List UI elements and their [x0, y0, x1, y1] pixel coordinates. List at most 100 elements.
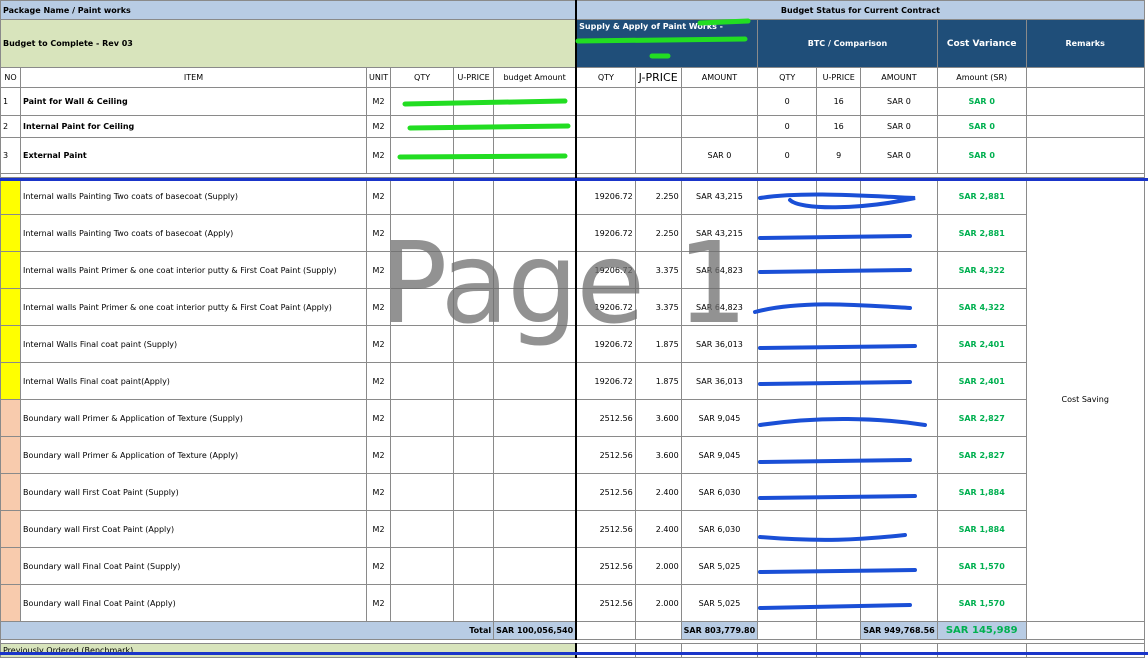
detail-amount-3[interactable] — [860, 547, 938, 585]
detail-budget-amount[interactable] — [493, 547, 577, 585]
detail-variance[interactable]: SAR 2,881 — [936, 214, 1027, 252]
detail-uprice-3[interactable] — [816, 510, 862, 548]
summary-no[interactable]: 1 — [0, 87, 21, 116]
detail-amount-2[interactable]: SAR 9,045 — [680, 436, 759, 474]
row-marker[interactable] — [0, 362, 21, 400]
summary-qty[interactable] — [390, 115, 455, 138]
detail-unit[interactable]: M2 — [365, 436, 392, 474]
col-qty-2[interactable]: QTY — [575, 67, 636, 88]
detail-qty[interactable] — [390, 436, 455, 474]
detail-variance[interactable]: SAR 2,827 — [936, 399, 1027, 437]
row-marker[interactable] — [0, 584, 21, 622]
detail-qty[interactable] — [390, 399, 455, 437]
summary-no[interactable]: 2 — [0, 115, 21, 138]
detail-uprice-3[interactable] — [816, 547, 862, 585]
detail-item[interactable]: Internal walls Painting Two coats of bas… — [20, 214, 367, 252]
total-uprice-2[interactable] — [634, 621, 682, 640]
col-uprice[interactable]: U-PRICE — [453, 67, 495, 88]
detail-unit[interactable]: M2 — [365, 510, 392, 548]
summary-amount-3[interactable]: SAR 0 — [860, 137, 938, 174]
detail-item[interactable]: Boundary wall First Coat Paint (Supply) — [20, 473, 367, 511]
detail-budget-amount[interactable] — [493, 288, 577, 326]
col-remarks[interactable] — [1025, 67, 1145, 88]
detail-unit[interactable]: M2 — [365, 473, 392, 511]
detail-item[interactable]: Internal walls Paint Primer & one coat i… — [20, 251, 367, 289]
summary-uprice-3[interactable]: 16 — [816, 115, 862, 138]
detail-uprice[interactable] — [453, 214, 495, 252]
detail-budget-amount[interactable] — [493, 214, 577, 252]
detail-amount-3[interactable] — [860, 251, 938, 289]
detail-unit[interactable]: M2 — [365, 214, 392, 252]
col-amount-3[interactable]: AMOUNT — [860, 67, 938, 88]
detail-qty[interactable] — [390, 547, 455, 585]
summary-remarks[interactable] — [1025, 137, 1145, 174]
detail-item[interactable]: Boundary wall Primer & Application of Te… — [20, 436, 367, 474]
summary-no[interactable]: 3 — [0, 137, 21, 174]
summary-uprice-2[interactable] — [634, 87, 682, 116]
total-amount-3[interactable]: SAR 949,768.56 — [860, 621, 938, 640]
detail-uprice-2[interactable]: 2.000 — [634, 547, 682, 585]
previously-ordered-cell[interactable]: Previously Ordered (Benchmark) — [0, 643, 577, 658]
detail-uprice[interactable] — [453, 584, 495, 622]
remarks-cell[interactable]: Cost Saving — [1025, 177, 1145, 622]
detail-qty-2[interactable]: 19206.72 — [575, 251, 636, 289]
budget-to-complete-cell[interactable]: Budget to Complete - Rev 03 — [0, 19, 577, 68]
detail-qty[interactable] — [390, 325, 455, 363]
row-marker[interactable] — [0, 288, 21, 326]
total-uprice-3[interactable] — [816, 621, 862, 640]
detail-amount-2[interactable]: SAR 6,030 — [680, 473, 759, 511]
summary-budget-amount[interactable] — [493, 115, 577, 138]
detail-uprice[interactable] — [453, 399, 495, 437]
detail-item[interactable]: Boundary wall Primer & Application of Te… — [20, 399, 367, 437]
detail-uprice[interactable] — [453, 510, 495, 548]
detail-uprice-2[interactable]: 2.400 — [634, 473, 682, 511]
col-uprice-2[interactable]: J-PRICE — [634, 67, 682, 88]
summary-budget-amount[interactable] — [493, 87, 577, 116]
summary-budget-amount[interactable] — [493, 137, 577, 174]
detail-amount-2[interactable]: SAR 36,013 — [680, 362, 759, 400]
row-marker[interactable] — [0, 177, 21, 215]
detail-variance[interactable]: SAR 2,401 — [936, 362, 1027, 400]
detail-variance[interactable]: SAR 1,570 — [936, 547, 1027, 585]
detail-amount-2[interactable]: SAR 36,013 — [680, 325, 759, 363]
summary-qty-2[interactable] — [575, 137, 636, 174]
summary-unit[interactable]: M2 — [365, 115, 392, 138]
total-label[interactable]: Total — [0, 621, 495, 640]
detail-unit[interactable]: M2 — [365, 177, 392, 215]
summary-remarks[interactable] — [1025, 115, 1145, 138]
col-unit[interactable]: UNIT — [365, 67, 392, 88]
detail-qty-3[interactable] — [757, 288, 818, 326]
detail-qty-3[interactable] — [757, 251, 818, 289]
detail-qty-2[interactable]: 19206.72 — [575, 214, 636, 252]
detail-amount-3[interactable] — [860, 399, 938, 437]
detail-qty-2[interactable]: 19206.72 — [575, 362, 636, 400]
summary-qty-2[interactable] — [575, 115, 636, 138]
detail-uprice-3[interactable] — [816, 473, 862, 511]
detail-uprice[interactable] — [453, 288, 495, 326]
detail-qty-2[interactable]: 19206.72 — [575, 177, 636, 215]
detail-budget-amount[interactable] — [493, 362, 577, 400]
detail-qty-3[interactable] — [757, 177, 818, 215]
detail-qty[interactable] — [390, 362, 455, 400]
detail-uprice-3[interactable] — [816, 251, 862, 289]
detail-qty-3[interactable] — [757, 325, 818, 363]
detail-qty-3[interactable] — [757, 547, 818, 585]
detail-unit[interactable]: M2 — [365, 584, 392, 622]
detail-uprice-2[interactable]: 3.600 — [634, 436, 682, 474]
detail-amount-3[interactable] — [860, 214, 938, 252]
detail-uprice[interactable] — [453, 177, 495, 215]
total-qty-2[interactable] — [575, 621, 636, 640]
detail-uprice-2[interactable]: 1.875 — [634, 325, 682, 363]
detail-uprice-2[interactable]: 2.400 — [634, 510, 682, 548]
detail-variance[interactable]: SAR 2,827 — [936, 436, 1027, 474]
detail-variance[interactable]: SAR 1,570 — [936, 584, 1027, 622]
detail-uprice-2[interactable]: 2.250 — [634, 177, 682, 215]
detail-budget-amount[interactable] — [493, 399, 577, 437]
btc-comparison-cell[interactable]: BTC / Comparison — [757, 19, 938, 68]
summary-uprice-2[interactable] — [634, 115, 682, 138]
detail-amount-2[interactable]: SAR 9,045 — [680, 399, 759, 437]
detail-variance[interactable]: SAR 2,881 — [936, 177, 1027, 215]
detail-amount-3[interactable] — [860, 177, 938, 215]
detail-amount-2[interactable]: SAR 5,025 — [680, 547, 759, 585]
summary-qty[interactable] — [390, 87, 455, 116]
